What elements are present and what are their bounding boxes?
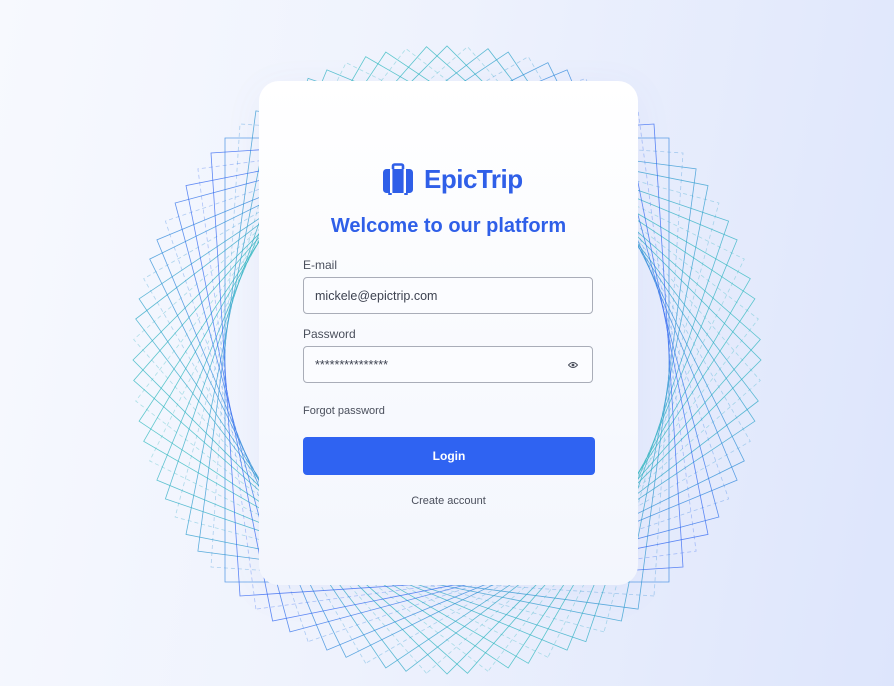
suitcase-icon bbox=[383, 163, 413, 195]
page-title: Welcome to our platform bbox=[330, 215, 567, 237]
password-field[interactable]: *************** bbox=[303, 346, 593, 383]
brand-name: EpicTrip bbox=[424, 163, 523, 194]
email-label: E-mail bbox=[303, 258, 338, 272]
brand-logo: EpicTrip bbox=[382, 163, 523, 195]
eye-icon[interactable] bbox=[568, 361, 578, 369]
forgot-password-link[interactable]: Forgot password bbox=[303, 405, 385, 417]
login-card: EpicTrip Welcome to our platform E-mail … bbox=[259, 81, 638, 585]
password-label: Password bbox=[303, 327, 356, 341]
login-button[interactable]: Login bbox=[303, 437, 595, 475]
email-value: mickele@epictrip.com bbox=[315, 288, 438, 303]
email-field[interactable]: mickele@epictrip.com bbox=[303, 277, 593, 314]
password-value: *************** bbox=[315, 357, 388, 372]
create-account-link[interactable]: Create account bbox=[259, 495, 638, 507]
